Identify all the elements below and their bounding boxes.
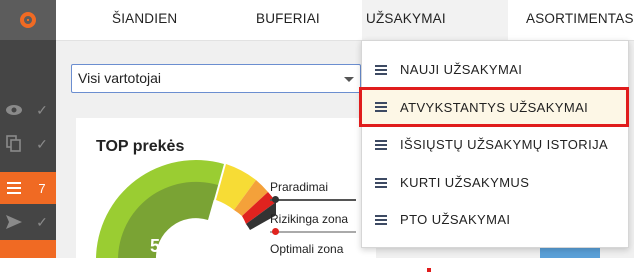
top-products-card: TOP prekės 5939 Praradimai Rizikinga zon… xyxy=(76,118,376,258)
legend-losses: Praradimai xyxy=(270,180,329,194)
logo-ring-icon xyxy=(20,12,36,28)
eye-icon xyxy=(0,104,28,116)
background-widget xyxy=(540,248,600,258)
menu-item-label: KURTI UŽSAKYMUS xyxy=(400,175,530,190)
legend-losses-bar xyxy=(270,199,356,201)
nav-tab-today[interactable]: ŠIANDIEN xyxy=(112,0,177,40)
legend-losses-dot xyxy=(272,196,279,203)
list-icon xyxy=(375,139,387,150)
sidebar: ✓ ✓ 7 ✓ xyxy=(0,0,56,258)
send-icon xyxy=(0,215,28,229)
list-icon xyxy=(375,177,387,188)
sidebar-item-view[interactable]: ✓ xyxy=(0,94,56,126)
nav-tab-buffers[interactable]: BUFERIAI xyxy=(256,0,320,40)
menu-item-new-orders[interactable]: NAUJI UŽSAKYMAI xyxy=(362,51,628,88)
red-marker xyxy=(427,268,431,272)
sidebar-item-send[interactable]: ✓ xyxy=(0,206,56,238)
check-icon: ✓ xyxy=(36,101,48,118)
list-icon xyxy=(375,64,387,75)
check-icon: ✓ xyxy=(36,135,48,152)
user-filter-select[interactable]: Visi vartotojai xyxy=(71,64,361,93)
check-icon: ✓ xyxy=(36,213,48,230)
menu-item-create-orders[interactable]: KURTI UŽSAKYMUS xyxy=(362,164,628,201)
orders-dropdown-menu: NAUJI UŽSAKYMAI ATVYKSTANTYS UŽSAKYMAI I… xyxy=(359,40,629,248)
sidebar-item-partial[interactable] xyxy=(0,240,56,258)
sidebar-badge: 7 xyxy=(38,180,46,196)
donut-center-value: 5939 xyxy=(150,236,191,256)
menu-item-label: ATVYKSTANTYS UŽSAKYMAI xyxy=(400,99,589,115)
bottom-strip xyxy=(0,258,634,276)
legend-risk-zone: Rizikinga zona xyxy=(270,212,349,226)
nav-tab-assortment[interactable]: ASORTIMENTAS xyxy=(526,0,634,40)
scroll-area-edge xyxy=(629,52,634,242)
user-filter-value: Visi vartotojai xyxy=(78,70,162,86)
legend-risk-zone-bar xyxy=(270,231,356,233)
menu-item-label: NAUJI UŽSAKYMAI xyxy=(400,62,523,77)
menu-item-sent-orders-history[interactable]: IŠSIŲSTŲ UŽSAKYMŲ ISTORIJA xyxy=(362,126,628,163)
top-nav: ŠIANDIEN BUFERIAI UŽSAKYMAI ASORTIMENTAS xyxy=(56,0,634,41)
sidebar-item-copy[interactable]: ✓ xyxy=(0,128,56,160)
menu-item-label: PTO UŽSAKYMAI xyxy=(400,212,511,227)
menu-item-pto-orders[interactable]: PTO UŽSAKYMAI xyxy=(362,201,628,238)
legend-optimal-zone: Optimali zona xyxy=(270,242,344,256)
menu-item-label: IŠSIŲSTŲ UŽSAKYMŲ ISTORIJA xyxy=(400,137,609,152)
copy-icon xyxy=(0,135,28,153)
app-logo[interactable] xyxy=(0,0,56,40)
menu-item-incoming-orders[interactable]: ATVYKSTANTYS UŽSAKYMAI xyxy=(359,87,629,127)
nav-tab-orders[interactable]: UŽSAKYMAI xyxy=(362,0,508,40)
chevron-down-icon xyxy=(344,77,354,82)
list-icon xyxy=(375,214,387,225)
list-icon xyxy=(0,182,28,194)
legend-risk-zone-dot xyxy=(272,228,279,235)
sidebar-item-orders[interactable]: 7 xyxy=(0,172,56,204)
list-icon xyxy=(375,102,387,112)
